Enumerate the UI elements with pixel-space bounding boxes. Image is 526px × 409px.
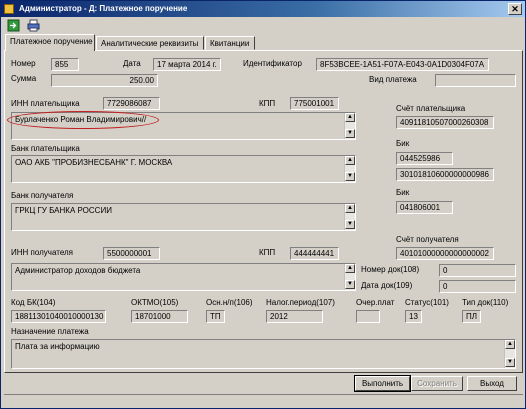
print-icon[interactable] (27, 19, 40, 32)
oktmo-label: ОКТМО(105) (131, 298, 179, 307)
payer-name-scrollbar[interactable]: ▲ ▼ (344, 113, 355, 139)
payee-bank-field[interactable]: ГРКЦ ГУ БАНКА РОССИИ (11, 203, 356, 231)
id-field[interactable]: 8F53BCEE-1A51-F07A-E043-0A1D0304F07A (316, 58, 489, 71)
payer-bank-text: ОАО АКБ "ПРОБИЗНЕСБАНК" Г. МОСКВА (15, 158, 173, 167)
payee-kpp-field[interactable]: 444444441 (290, 247, 339, 260)
payee-bik-label: Бик (396, 188, 410, 197)
scroll-up-arrow-icon[interactable]: ▲ (345, 156, 355, 165)
toolbar (3, 18, 523, 35)
title-bar: Администратор - Д: Платежное поручение ✕ (1, 1, 525, 17)
tab-payment-order[interactable]: Платежное поручение (5, 34, 95, 51)
purpose-field[interactable]: Плата за информацию (11, 339, 516, 369)
payee-account-field[interactable]: 40101000000000000002 (396, 247, 494, 260)
payee-name-text: Администратор доходов бюджета (15, 266, 141, 275)
payer-bik-label: Бик (396, 139, 410, 148)
scroll-up-arrow-icon[interactable]: ▲ (345, 113, 355, 122)
scroll-up-arrow-icon[interactable]: ▲ (505, 340, 515, 349)
date-field[interactable]: 17 марта 2014 г. (153, 58, 221, 71)
payer-bank-label: Банк плательщика (11, 144, 80, 153)
status-bar (4, 394, 523, 405)
payee-bank-text: ГРКЦ ГУ БАНКА РОССИИ (15, 206, 112, 215)
tab-analytics[interactable]: Аналитические реквизиты (96, 36, 204, 50)
payee-name-field[interactable]: Администратор доходов бюджета (11, 263, 356, 291)
payee-kpp-label: КПП (259, 248, 276, 257)
number-field[interactable]: 855 (51, 58, 79, 71)
payer-account-field[interactable]: 40911810507000260308 (396, 116, 494, 129)
payer-account-label: Счёт плательщика (396, 104, 466, 113)
execute-button[interactable]: Выполнить (354, 375, 411, 392)
payer-inn-field[interactable]: 7729086087 (103, 97, 160, 110)
payer-kpp-label: КПП (259, 99, 276, 108)
payee-bank-label: Банк получателя (11, 191, 74, 200)
kbk-label: Код БК(104) (11, 298, 56, 307)
payer-bik-field[interactable]: 044525986 (396, 152, 453, 165)
oktmo-field[interactable]: 18701000 (131, 310, 188, 323)
payer-kpp-field[interactable]: 775001001 (290, 97, 339, 110)
pay-type-field[interactable] (435, 74, 516, 87)
doc-type-field[interactable]: ПЛ (462, 310, 481, 323)
sum-label: Сумма (11, 74, 37, 83)
scroll-down-arrow-icon[interactable]: ▼ (345, 220, 355, 229)
payer-inn-label: ИНН плательщика (11, 99, 80, 108)
scroll-down-arrow-icon[interactable]: ▼ (345, 172, 355, 181)
exit-button-label: Выход (480, 379, 504, 388)
scroll-down-arrow-icon[interactable]: ▼ (505, 358, 515, 367)
sum-field[interactable]: 250.00 (51, 74, 158, 87)
number-label: Номер (11, 59, 36, 68)
pay-type-label: Вид платежа (369, 75, 417, 84)
payee-inn-label: ИНН получателя (11, 248, 73, 257)
date-label: Дата (123, 59, 141, 68)
save-button[interactable]: Сохранить (411, 376, 463, 391)
payer-bank-scrollbar[interactable]: ▲ ▼ (344, 156, 355, 182)
doc-date-label: Дата док(109) (361, 281, 413, 290)
scroll-down-arrow-icon[interactable]: ▼ (345, 280, 355, 289)
close-button[interactable]: ✕ (508, 3, 522, 15)
payee-inn-field[interactable]: 5500000001 (103, 247, 160, 260)
payment-order-window: Администратор - Д: Платежное поручение ✕… (0, 0, 526, 409)
save-button-label: Сохранить (417, 379, 457, 388)
doc-num-label: Номер док(108) (361, 265, 420, 274)
period-label: Налог.период(107) (266, 298, 335, 307)
payee-name-scrollbar[interactable]: ▲ ▼ (344, 264, 355, 290)
status-field[interactable]: 13 (405, 310, 422, 323)
payee-bank-scrollbar[interactable]: ▲ ▼ (344, 204, 355, 230)
status-label: Статус(101) (405, 298, 449, 307)
execute-button-label: Выполнить (361, 379, 404, 388)
payee-bik-field[interactable]: 041806001 (396, 201, 453, 214)
payee-account-label: Счёт получателя (396, 235, 459, 244)
kbk-field[interactable]: 18811301040010000130 (11, 310, 106, 323)
scroll-down-arrow-icon[interactable]: ▼ (345, 129, 355, 138)
payer-bank-field[interactable]: ОАО АКБ "ПРОБИЗНЕСБАНК" Г. МОСКВА (11, 155, 356, 183)
doc-num-field[interactable]: 0 (439, 264, 516, 277)
app-icon (4, 4, 14, 14)
doc-date-field[interactable]: 0 (439, 280, 516, 293)
exit-button[interactable]: Выход (467, 376, 517, 391)
queue-label: Очер.плат (356, 298, 395, 307)
purpose-text: Плата за информацию (15, 342, 100, 351)
window-title: Администратор - Д: Платежное поручение (19, 4, 188, 13)
purpose-label: Назначение платежа (11, 327, 89, 336)
highlight-oval (7, 111, 159, 129)
purpose-scrollbar[interactable]: ▲ ▼ (504, 340, 515, 368)
queue-field[interactable] (356, 310, 380, 323)
payer-corr-field[interactable]: 30101810600000000986 (396, 168, 494, 181)
scroll-up-arrow-icon[interactable]: ▲ (345, 204, 355, 213)
basis-field[interactable]: ТП (206, 310, 225, 323)
period-field[interactable]: 2012 (266, 310, 323, 323)
id-label: Идентификатор (243, 59, 302, 68)
scroll-up-arrow-icon[interactable]: ▲ (345, 264, 355, 273)
tab-receipts[interactable]: Квитанции (205, 36, 255, 50)
doc-type-label: Тип док(110) (462, 298, 509, 307)
basis-label: Осн.н/п(106) (206, 298, 253, 307)
export-icon[interactable] (7, 19, 20, 32)
payment-form: Номер 855 Дата 17 марта 2014 г. Идентифи… (4, 50, 523, 373)
